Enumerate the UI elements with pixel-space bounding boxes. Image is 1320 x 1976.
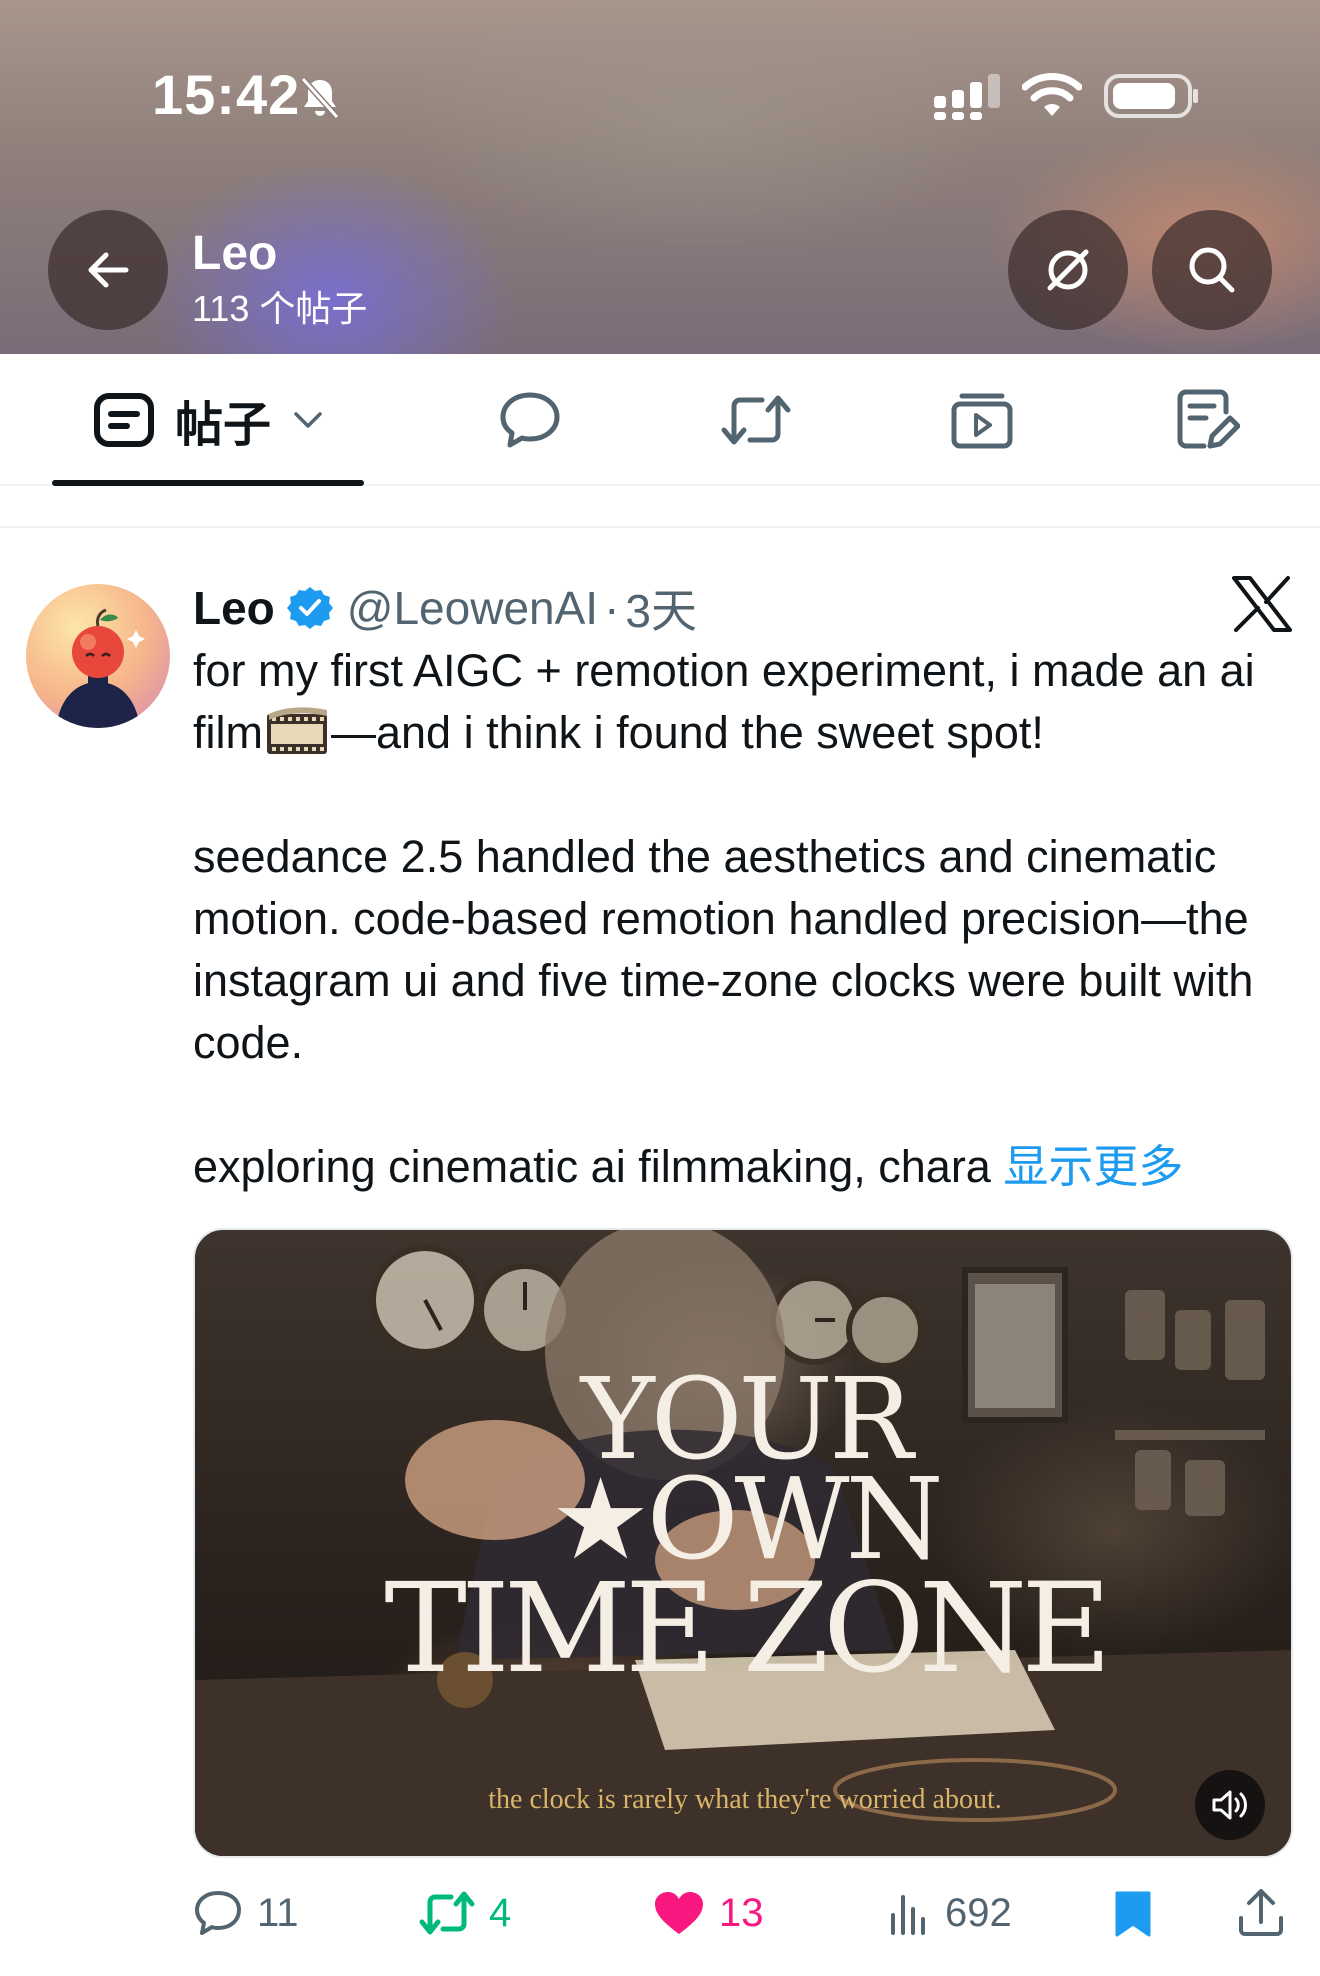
video-title-overlay: YOUR ★OWN TIME ZONE [195, 1364, 1291, 1701]
article-edit-icon [1177, 389, 1240, 449]
video-title-line3: TIME ZONE [384, 1557, 1111, 1701]
tab-posts-label: 帖子 [174, 399, 271, 452]
posts-tab-icon [93, 393, 154, 447]
tab-replies[interactable] [480, 354, 580, 486]
author-avatar[interactable] [26, 584, 170, 728]
bell-slash-icon [300, 76, 340, 120]
reply-bubble-icon [195, 1891, 241, 1935]
views-chart-icon [891, 1895, 925, 1935]
wifi-icon [1022, 73, 1082, 116]
show-more-link[interactable]: 显示更多 [1003, 1141, 1183, 1192]
back-button[interactable] [48, 210, 168, 330]
post-time[interactable]: 3天 [625, 575, 697, 641]
active-tab-indicator [52, 480, 364, 486]
verified-badge-icon [286, 587, 333, 629]
post-text-part2: —and i think i found the sweet spot! see… [193, 707, 1254, 1192]
profile-header: 15:42 Leo 113 个帖子 [0, 0, 1320, 354]
chevron-down-icon [294, 412, 322, 428]
like-button[interactable]: 13 [653, 1880, 764, 1946]
view-count: 692 [945, 1890, 1012, 1935]
divider [0, 526, 1320, 528]
apple-avatar-icon [26, 584, 170, 728]
separator-dot: · [604, 582, 620, 634]
video-title-line2: ★OWN [550, 1455, 943, 1585]
share-icon [1239, 1889, 1283, 1936]
tab-reposts[interactable] [706, 354, 806, 486]
search-button[interactable] [1152, 210, 1272, 330]
post-header: Leo @LeowenAI · 3天 [193, 578, 697, 638]
tab-posts[interactable]: 帖子 [52, 354, 364, 486]
post-action-bar: 11 4 13 692 [193, 1880, 1293, 1946]
bookmark-button[interactable] [1113, 1880, 1167, 1946]
author-name[interactable]: Leo [193, 581, 275, 635]
media-play-icon [951, 393, 1013, 449]
repost-button[interactable]: 4 [419, 1880, 511, 1946]
post-video[interactable]: YOUR ★OWN TIME ZONE the clock is rarely … [193, 1228, 1293, 1858]
grok-icon [1047, 249, 1089, 291]
battery-icon [1104, 74, 1198, 118]
share-button[interactable] [1237, 1880, 1299, 1946]
like-count: 13 [719, 1890, 764, 1935]
status-time: 15:42 [152, 63, 301, 126]
profile-tab-bar: 帖子 [0, 354, 1320, 486]
tab-media[interactable] [932, 354, 1032, 486]
tab-articles[interactable] [1158, 354, 1258, 486]
grok-button[interactable] [1008, 210, 1128, 330]
post-text: for my first AIGC + remotion experiment,… [193, 640, 1293, 1198]
reply-bubble-icon [500, 392, 560, 448]
heart-icon [655, 1892, 703, 1934]
bookmark-icon [1115, 1891, 1151, 1937]
repost-icon [721, 395, 791, 445]
film-strip-icon [266, 707, 327, 754]
volume-icon [1212, 1790, 1247, 1820]
reply-count: 11 [257, 1890, 299, 1935]
video-caption: the clock is rarely what they're worried… [488, 1784, 1002, 1815]
author-handle[interactable]: @LeowenAI [347, 581, 598, 635]
repost-icon [419, 1891, 475, 1935]
header-post-count: 113 个帖子 [192, 288, 368, 329]
volume-button[interactable] [1195, 1770, 1265, 1840]
views-button[interactable]: 692 [887, 1880, 1012, 1946]
header-profile-name: Leo [192, 227, 278, 280]
x-logo-icon [1232, 576, 1292, 632]
back-arrow-icon [88, 252, 129, 288]
signal-icon [934, 74, 1000, 120]
search-icon [1189, 247, 1235, 293]
reply-button[interactable]: 11 [193, 1880, 299, 1946]
repost-count: 4 [489, 1890, 512, 1935]
